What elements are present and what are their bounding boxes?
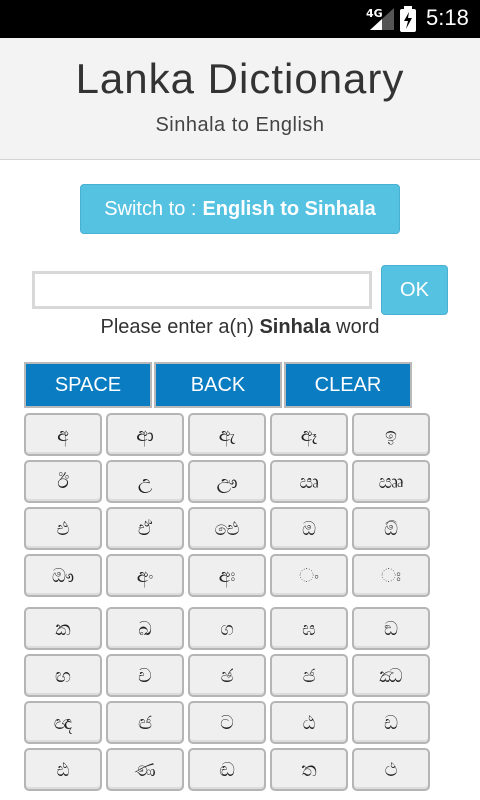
vowel-key[interactable]: එ (24, 507, 102, 550)
vowel-keypad: අ ආ ඇ ඈ ඉ ඊ උ ඌ ඍ ඎ එ ඒ ඓ ඔ ඕ ඖ අං අඃ ං … (24, 413, 436, 597)
vowel-key[interactable]: ං (270, 554, 348, 597)
consonant-key[interactable]: ඞ (352, 607, 430, 650)
consonant-key[interactable]: ඛ (106, 607, 184, 650)
page-title: Lanka Dictionary (75, 55, 405, 102)
switch-target-label: English to Sinhala (202, 197, 376, 220)
app-header: Lanka Dictionary Sinhala to English (0, 38, 480, 160)
consonant-key[interactable]: ට (188, 701, 266, 744)
consonant-key[interactable]: ණ (106, 748, 184, 791)
consonant-key[interactable]: ඩ (352, 701, 430, 744)
vowel-key[interactable]: අං (106, 554, 184, 597)
input-prompt: Please enter a(n) Sinhala word (0, 316, 480, 339)
word-input[interactable] (32, 271, 372, 309)
consonant-key[interactable]: ග (188, 607, 266, 650)
network-type: 4G (366, 7, 383, 20)
prompt-text-before: Please enter a(n) (100, 316, 260, 338)
switch-direction-button[interactable]: Switch to : English to Sinhala (80, 184, 400, 234)
vowel-key[interactable]: ඒ (106, 507, 184, 550)
vowel-key[interactable]: ඍ (270, 460, 348, 503)
consonant-key[interactable]: ඨ (270, 701, 348, 744)
prompt-text-after: word (330, 316, 380, 338)
vowel-key[interactable]: ආ (106, 413, 184, 456)
consonant-key[interactable]: ඥ (24, 701, 102, 744)
vowel-key[interactable]: අ (24, 413, 102, 456)
vowel-key[interactable]: උ (106, 460, 184, 503)
consonant-keypad: ක ඛ ග ඝ ඞ ඟ ච ඡ ජ ඣ ඥ ඦ ට ඨ ඩ ඪ ණ ඬ ත ථ (24, 607, 436, 791)
vowel-key[interactable]: ඈ (270, 413, 348, 456)
consonant-key[interactable]: ඣ (352, 654, 430, 697)
consonant-key[interactable]: ච (106, 654, 184, 697)
switch-prefix-label: Switch to : (104, 197, 197, 220)
vowel-key[interactable]: ඕ (352, 507, 430, 550)
vowel-key[interactable]: ඖ (24, 554, 102, 597)
battery-charging-icon (400, 6, 416, 32)
vowel-key[interactable]: ඓ (188, 507, 266, 550)
consonant-key[interactable]: ඝ (270, 607, 348, 650)
consonant-key[interactable]: ක (24, 607, 102, 650)
consonant-key[interactable]: ජ (270, 654, 348, 697)
consonant-key[interactable]: ඡ (188, 654, 266, 697)
status-bar: 4G 5:18 (0, 0, 480, 38)
vowel-key[interactable]: ඊ (24, 460, 102, 503)
back-button[interactable]: BACK (154, 362, 282, 408)
consonant-key[interactable]: ත (270, 748, 348, 791)
ok-button[interactable]: OK (381, 265, 448, 315)
vowel-key[interactable]: ඌ (188, 460, 266, 503)
vowel-key[interactable]: ඉ (352, 413, 430, 456)
consonant-key[interactable]: ඟ (24, 654, 102, 697)
vowel-key[interactable]: ඎ (352, 460, 430, 503)
vowel-key[interactable]: ඔ (270, 507, 348, 550)
consonant-key[interactable]: ඬ (188, 748, 266, 791)
keyboard-controls: SPACE BACK CLEAR (24, 362, 414, 408)
vowel-key[interactable]: ඃ (352, 554, 430, 597)
consonant-key[interactable]: ඪ (24, 748, 102, 791)
consonant-key[interactable]: ථ (352, 748, 430, 791)
prompt-language: Sinhala (259, 316, 331, 338)
clock: 5:18 (426, 5, 469, 30)
consonant-key[interactable]: ඦ (106, 701, 184, 744)
page-subtitle: Sinhala to English (155, 114, 325, 136)
vowel-key[interactable]: අඃ (188, 554, 266, 597)
space-button[interactable]: SPACE (24, 362, 152, 408)
clear-button[interactable]: CLEAR (284, 362, 412, 408)
vowel-key[interactable]: ඇ (188, 413, 266, 456)
